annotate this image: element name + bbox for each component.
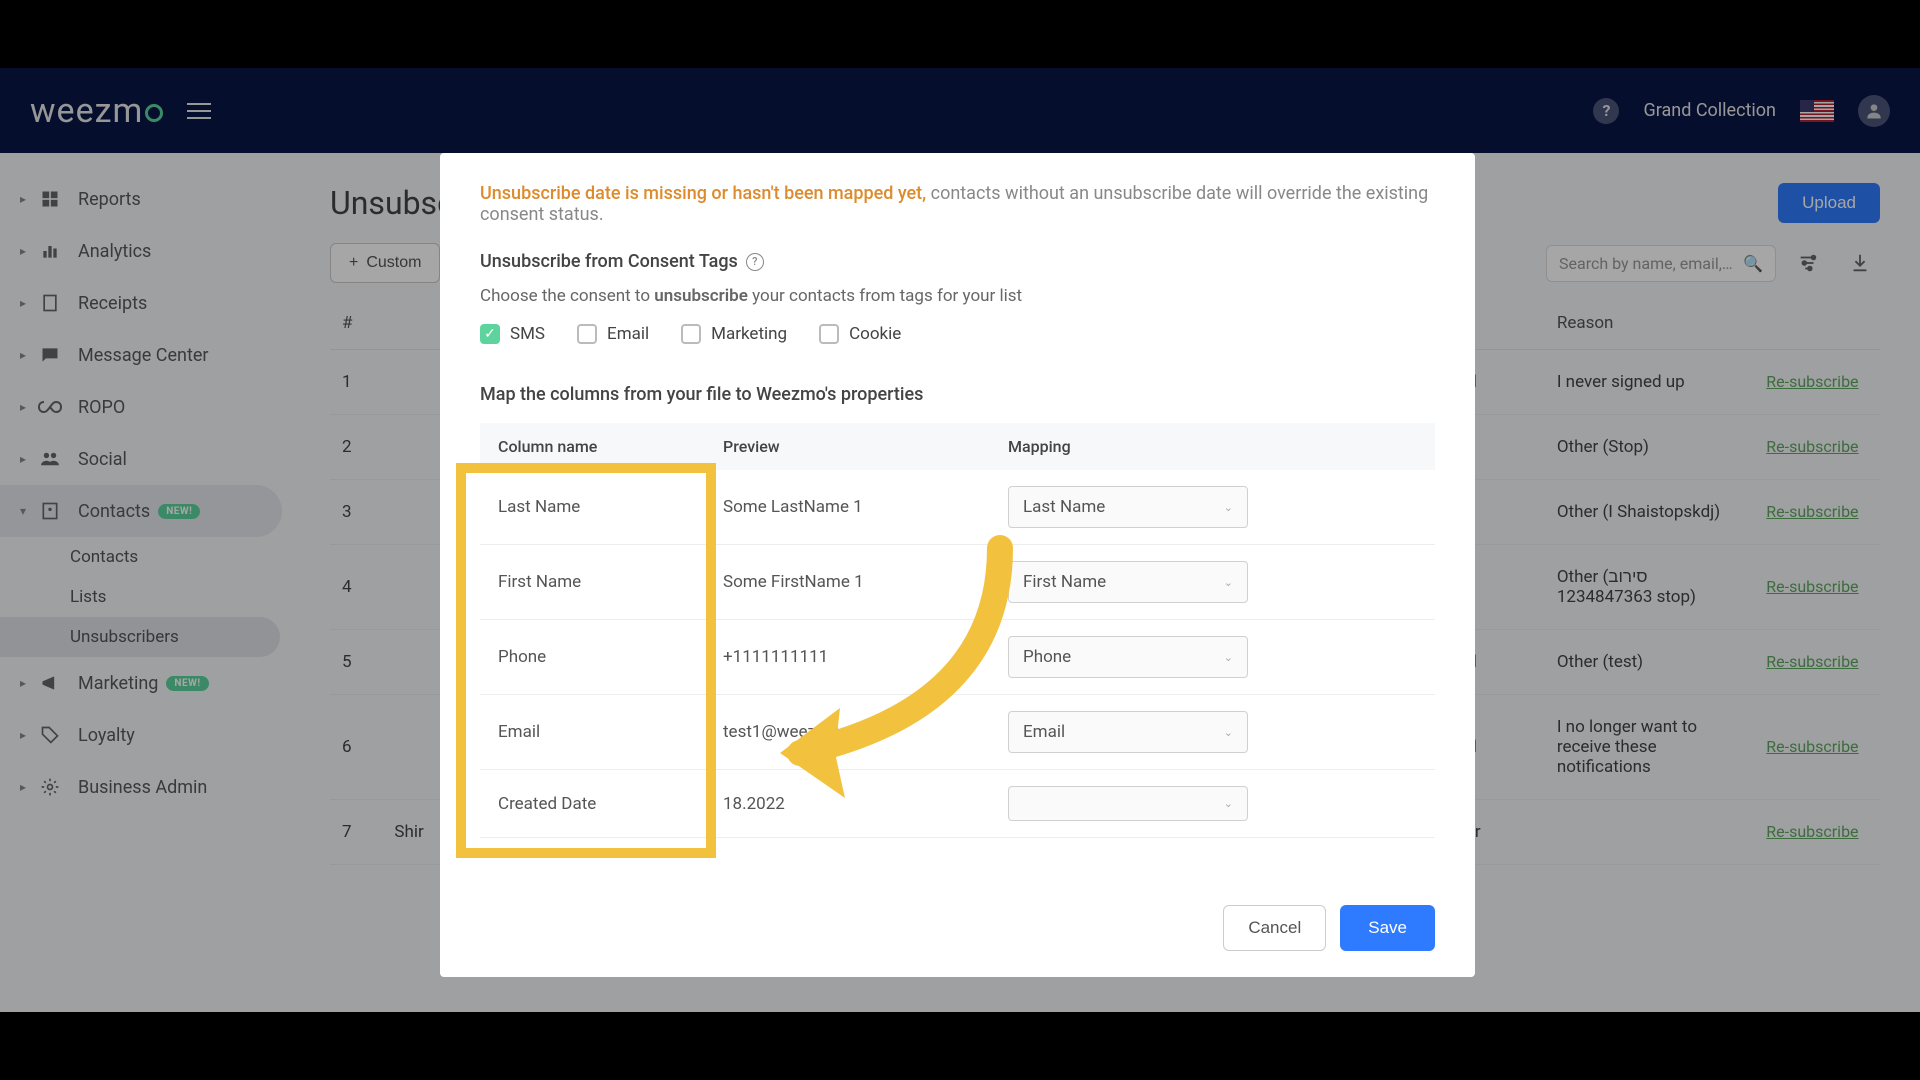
chevron-down-icon: ⌄ bbox=[1224, 501, 1233, 514]
import-modal: Unsubscribe date is missing or hasn't be… bbox=[440, 153, 1475, 977]
mapping-select[interactable]: Email⌄ bbox=[1008, 711, 1248, 753]
checkbox-email[interactable]: Email bbox=[577, 324, 649, 344]
map-preview: Some FirstName 1 bbox=[723, 572, 1008, 592]
checkbox-sms[interactable]: ✓SMS bbox=[480, 324, 545, 344]
checkbox-label: Email bbox=[607, 324, 649, 344]
map-th-mapping: Mapping bbox=[1008, 437, 1228, 456]
checkbox-label: Marketing bbox=[711, 324, 787, 344]
cancel-button[interactable]: Cancel bbox=[1223, 905, 1326, 951]
map-preview: Some LastName 1 bbox=[723, 497, 1008, 517]
mapping-select[interactable]: Phone⌄ bbox=[1008, 636, 1248, 678]
map-col-name: Phone bbox=[498, 647, 723, 667]
consent-description: Choose the consent to unsubscribe your c… bbox=[480, 286, 1435, 306]
map-preview: +1111111111 bbox=[723, 647, 1008, 667]
app-container: weezm ? Grand Collection ▸Reports ▸Analy… bbox=[0, 68, 1920, 1012]
map-col-name: Last Name bbox=[498, 497, 723, 517]
warning-message: Unsubscribe date is missing or hasn't be… bbox=[480, 183, 1435, 225]
mapping-section-title: Map the columns from your file to Weezmo… bbox=[480, 384, 1435, 405]
mapping-table-header: Column name Preview Mapping bbox=[480, 423, 1435, 470]
map-col-name: First Name bbox=[498, 572, 723, 592]
consent-section-title: Unsubscribe from Consent Tags? bbox=[480, 251, 1435, 272]
checkbox-label: Cookie bbox=[849, 324, 901, 344]
mapping-row: Phone+1111111111Phone⌄ bbox=[480, 620, 1435, 695]
mapping-select[interactable]: First Name⌄ bbox=[1008, 561, 1248, 603]
checkbox-marketing[interactable]: Marketing bbox=[681, 324, 787, 344]
checkbox-label: SMS bbox=[510, 324, 545, 344]
mapping-row: Created Date18.2022 ⌄ bbox=[480, 770, 1435, 838]
mapping-row: Last NameSome LastName 1Last Name⌄ bbox=[480, 470, 1435, 545]
chevron-down-icon: ⌄ bbox=[1224, 651, 1233, 664]
map-preview: 18.2022 bbox=[723, 794, 1008, 814]
map-th-preview: Preview bbox=[723, 437, 1008, 456]
chevron-down-icon: ⌄ bbox=[1224, 726, 1233, 739]
mapping-select[interactable]: Last Name⌄ bbox=[1008, 486, 1248, 528]
chevron-down-icon: ⌄ bbox=[1224, 797, 1233, 810]
checkbox-cookie[interactable]: Cookie bbox=[819, 324, 901, 344]
help-icon[interactable]: ? bbox=[746, 253, 764, 271]
map-th-column: Column name bbox=[498, 437, 723, 456]
mapping-row: First NameSome FirstName 1First Name⌄ bbox=[480, 545, 1435, 620]
chevron-down-icon: ⌄ bbox=[1224, 576, 1233, 589]
save-button[interactable]: Save bbox=[1340, 905, 1435, 951]
map-preview: test1@weezmo.com bbox=[723, 722, 1008, 742]
map-col-name: Email bbox=[498, 722, 723, 742]
mapping-select[interactable]: ⌄ bbox=[1008, 786, 1248, 821]
mapping-row: Emailtest1@weezmo.comEmail⌄ bbox=[480, 695, 1435, 770]
map-col-name: Created Date bbox=[498, 794, 723, 814]
